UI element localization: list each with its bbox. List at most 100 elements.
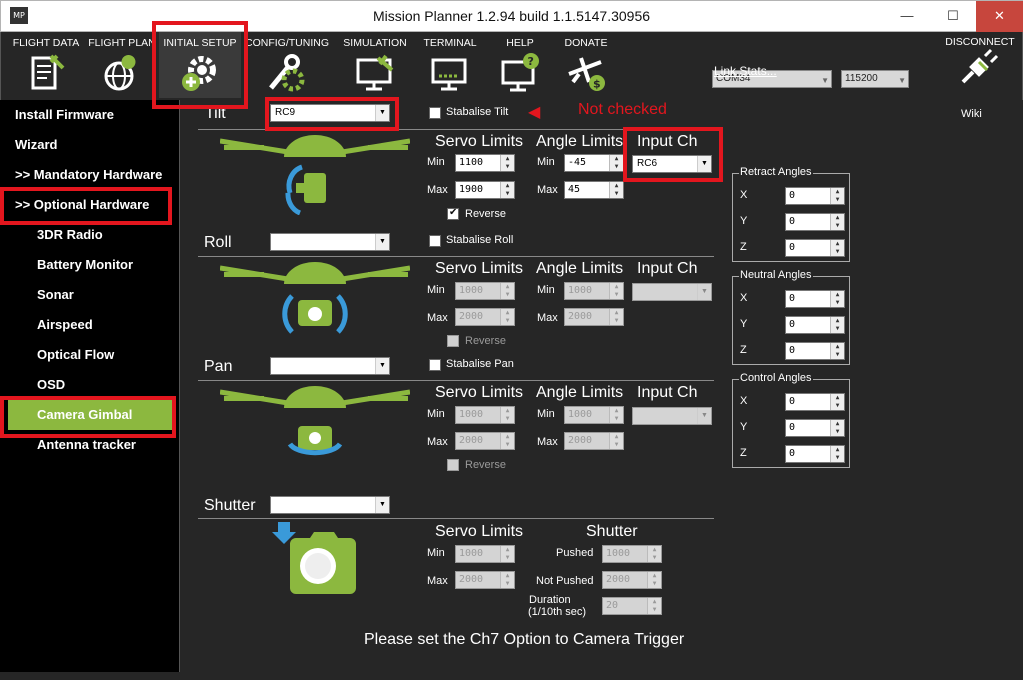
roll-input-ch-select[interactable]: ▼ — [632, 283, 712, 301]
spin-up-icon[interactable]: ▲ — [500, 407, 514, 415]
spin-down-icon[interactable]: ▼ — [500, 441, 514, 449]
spin-down-icon[interactable]: ▼ — [500, 415, 514, 423]
spin-up-icon[interactable]: ▲ — [830, 188, 844, 196]
roll-servo-max-input[interactable]: 2000 ▲ ▼ — [455, 308, 515, 326]
roll-servo-min-input[interactable]: 1000 ▲ ▼ — [455, 282, 515, 300]
spin-down-icon[interactable]: ▼ — [609, 415, 623, 423]
spin-up-icon[interactable]: ▲ — [609, 155, 623, 163]
spin-up-icon[interactable]: ▲ — [647, 598, 661, 606]
spin-down-icon[interactable]: ▼ — [830, 351, 844, 359]
pan-servo-min-input[interactable]: 1000 ▲ ▼ — [455, 406, 515, 424]
sidebar-item-sonar[interactable]: Sonar — [0, 280, 180, 310]
spin-up-icon[interactable]: ▲ — [500, 283, 514, 291]
spin-down-icon[interactable]: ▼ — [609, 441, 623, 449]
spin-down-icon[interactable]: ▼ — [830, 248, 844, 256]
spin-down-icon[interactable]: ▼ — [647, 580, 661, 588]
flight-data-button[interactable]: FLIGHT DATA — [7, 32, 85, 98]
spin-up-icon[interactable]: ▲ — [500, 433, 514, 441]
sidebar-item-osd[interactable]: OSD — [0, 370, 180, 400]
spin-up-icon[interactable]: ▲ — [500, 309, 514, 317]
stabilise-tilt-checkbox[interactable] — [429, 107, 441, 119]
sidebar-item-antenna-tracker[interactable]: Antenna tracker — [0, 430, 180, 460]
spin-up-icon[interactable]: ▲ — [830, 240, 844, 248]
sidebar-item-camera-gimbal[interactable]: Camera Gimbal — [8, 400, 172, 430]
simulation-button[interactable]: SIMULATION — [337, 32, 413, 98]
spin-down-icon[interactable]: ▼ — [500, 554, 514, 562]
baud-rate-select[interactable]: 115200 ▼ — [841, 70, 909, 88]
spin-up-icon[interactable]: ▲ — [500, 572, 514, 580]
roll-reverse-checkbox[interactable] — [447, 335, 459, 347]
spin-down-icon[interactable]: ▼ — [830, 454, 844, 462]
spin-up-icon[interactable]: ▲ — [609, 283, 623, 291]
sidebar-item-install-firmware[interactable]: Install Firmware — [0, 100, 180, 130]
shutter-channel-select[interactable]: ▼ — [270, 496, 390, 514]
spin-up-icon[interactable]: ▲ — [830, 446, 844, 454]
initial-setup-button[interactable]: INITIAL SETUP — [159, 32, 241, 98]
maximize-button[interactable]: ☐ — [930, 1, 976, 32]
tilt-servo-max-input[interactable]: 1900 ▲ ▼ — [455, 181, 515, 199]
disconnect-button[interactable]: DISCONNECT — [944, 36, 1016, 93]
spin-down-icon[interactable]: ▼ — [500, 163, 514, 171]
spin-down-icon[interactable]: ▼ — [830, 222, 844, 230]
pan-angle-min-input[interactable]: 1000 ▲ ▼ — [564, 406, 624, 424]
spin-up-icon[interactable]: ▲ — [500, 155, 514, 163]
pushed-input[interactable]: 1000 ▲ ▼ — [602, 545, 662, 563]
spin-down-icon[interactable]: ▼ — [830, 325, 844, 333]
sidebar-item-wizard[interactable]: Wizard — [0, 130, 180, 160]
spin-down-icon[interactable]: ▼ — [500, 190, 514, 198]
spin-up-icon[interactable]: ▲ — [647, 546, 661, 554]
sidebar-item-airspeed[interactable]: Airspeed — [0, 310, 180, 340]
sidebar-item-mandatory-hardware[interactable]: >> Mandatory Hardware — [0, 160, 180, 190]
roll-angle-max-input[interactable]: 2000 ▲ ▼ — [564, 308, 624, 326]
spin-down-icon[interactable]: ▼ — [830, 299, 844, 307]
roll-angle-min-input[interactable]: 1000 ▲ ▼ — [564, 282, 624, 300]
tilt-reverse-checkbox[interactable] — [447, 207, 459, 220]
spin-up-icon[interactable]: ▲ — [830, 420, 844, 428]
spin-down-icon[interactable]: ▼ — [500, 291, 514, 299]
help-button[interactable]: HELP ? — [489, 32, 551, 98]
spin-down-icon[interactable]: ▼ — [609, 317, 623, 325]
tilt-servo-min-input[interactable]: 1100 ▲ ▼ — [455, 154, 515, 172]
flight-plan-button[interactable]: FLIGHT PLAN — [87, 32, 157, 98]
duration-input[interactable]: 20 ▲ ▼ — [602, 597, 662, 615]
spin-down-icon[interactable]: ▼ — [500, 580, 514, 588]
control-x-input[interactable]: 0 ▲ ▼ — [785, 393, 845, 411]
spin-up-icon[interactable]: ▲ — [830, 394, 844, 402]
terminal-button[interactable]: TERMINAL — [417, 32, 483, 98]
spin-down-icon[interactable]: ▼ — [647, 554, 661, 562]
roll-channel-select[interactable]: ▼ — [270, 233, 390, 251]
spin-down-icon[interactable]: ▼ — [609, 190, 623, 198]
sidebar-item-optional-hardware[interactable]: >> Optional Hardware — [0, 190, 180, 220]
spin-down-icon[interactable]: ▼ — [609, 291, 623, 299]
close-button[interactable]: ✕ — [976, 1, 1023, 32]
spin-up-icon[interactable]: ▲ — [830, 317, 844, 325]
shutter-servo-max-input[interactable]: 2000 ▲ ▼ — [455, 571, 515, 589]
retract-y-input[interactable]: 0 ▲ ▼ — [785, 213, 845, 231]
pan-input-ch-select[interactable]: ▼ — [632, 407, 712, 425]
control-z-input[interactable]: 0 ▲ ▼ — [785, 445, 845, 463]
spin-up-icon[interactable]: ▲ — [647, 572, 661, 580]
wiki-link[interactable]: Wiki — [961, 108, 982, 120]
spin-down-icon[interactable]: ▼ — [830, 428, 844, 436]
spin-up-icon[interactable]: ▲ — [609, 433, 623, 441]
spin-up-icon[interactable]: ▲ — [609, 407, 623, 415]
sidebar-item-3dr-radio[interactable]: 3DR Radio — [0, 220, 180, 250]
spin-up-icon[interactable]: ▲ — [609, 182, 623, 190]
spin-up-icon[interactable]: ▲ — [609, 309, 623, 317]
donate-button[interactable]: DONATE $ — [557, 32, 615, 98]
spin-up-icon[interactable]: ▲ — [500, 546, 514, 554]
sidebar-item-battery-monitor[interactable]: Battery Monitor — [0, 250, 180, 280]
spin-down-icon[interactable]: ▼ — [830, 402, 844, 410]
spin-up-icon[interactable]: ▲ — [830, 291, 844, 299]
config-tuning-button[interactable]: CONFIG/TUNING — [245, 32, 329, 98]
tilt-angle-max-input[interactable]: 45 ▲ ▼ — [564, 181, 624, 199]
tilt-angle-min-input[interactable]: -45 ▲ ▼ — [564, 154, 624, 172]
stabilise-pan-checkbox[interactable] — [429, 359, 441, 371]
pan-angle-max-input[interactable]: 2000 ▲ ▼ — [564, 432, 624, 450]
control-y-input[interactable]: 0 ▲ ▼ — [785, 419, 845, 437]
spin-up-icon[interactable]: ▲ — [500, 182, 514, 190]
shutter-servo-min-input[interactable]: 1000 ▲ ▼ — [455, 545, 515, 563]
link-stats-link[interactable]: Link Stats... — [714, 64, 777, 78]
spin-up-icon[interactable]: ▲ — [830, 343, 844, 351]
tilt-input-ch-select[interactable]: RC6 ▼ — [632, 155, 712, 173]
